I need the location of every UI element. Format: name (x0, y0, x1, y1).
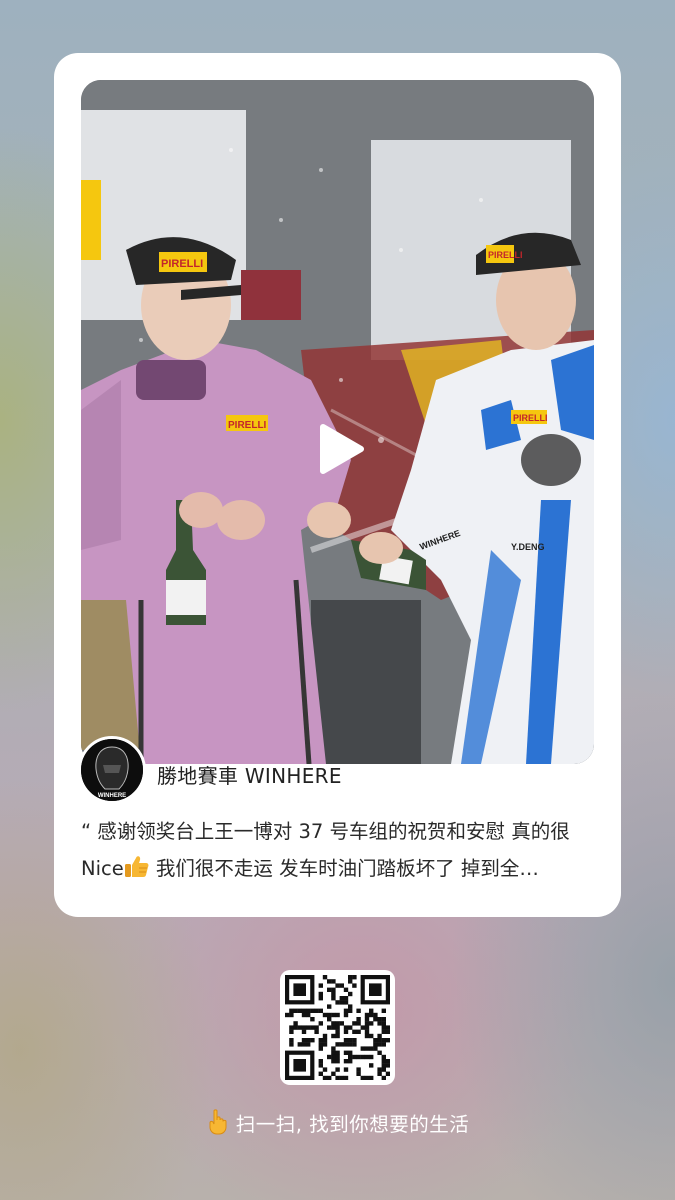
author-name[interactable]: 勝地賽車 WINHERE (157, 760, 342, 789)
author-row[interactable]: WINHERE 勝地賽車 WINHERE (78, 736, 598, 804)
avatar-text: WINHERE (98, 793, 126, 799)
video-thumbnail[interactable]: PIRELLI PIRELLI Y.DENG WINHERE PIRELLI P… (81, 80, 594, 764)
qr-finder (293, 983, 306, 996)
qr-code-pattern (285, 975, 390, 1080)
qr-finder (293, 1059, 306, 1072)
pointing-hand-icon (209, 1109, 227, 1135)
winhere-logo-icon: WINHERE (81, 739, 143, 801)
thumbs-up-icon (124, 856, 149, 877)
qr-code[interactable] (280, 970, 395, 1085)
play-icon[interactable] (319, 423, 365, 475)
caption-line-2: Nice 我们很不走运 发车时油门踏板坏了 掉到全… (81, 850, 596, 887)
qr-finder (369, 983, 382, 996)
scan-cta-text: 扫一扫, 找到你想要的生活 (235, 1113, 470, 1136)
caption-rest: 我们很不走运 发车时油门踏板坏了 掉到全… (149, 857, 539, 880)
post-caption[interactable]: “ 感谢领奖台上王一博对 37 号车组的祝贺和安慰 真的很 Nice 我们很不走… (81, 813, 596, 887)
scan-cta: 扫一扫, 找到你想要的生活 (0, 1108, 675, 1137)
caption-nice: Nice (81, 857, 124, 880)
post-card[interactable]: PIRELLI PIRELLI Y.DENG WINHERE PIRELLI P… (54, 53, 621, 917)
caption-line-1: “ 感谢领奖台上王一博对 37 号车组的祝贺和安慰 真的很 (81, 820, 570, 843)
avatar[interactable]: WINHERE (78, 736, 146, 804)
podium-photo: PIRELLI PIRELLI Y.DENG WINHERE PIRELLI P… (81, 80, 594, 764)
